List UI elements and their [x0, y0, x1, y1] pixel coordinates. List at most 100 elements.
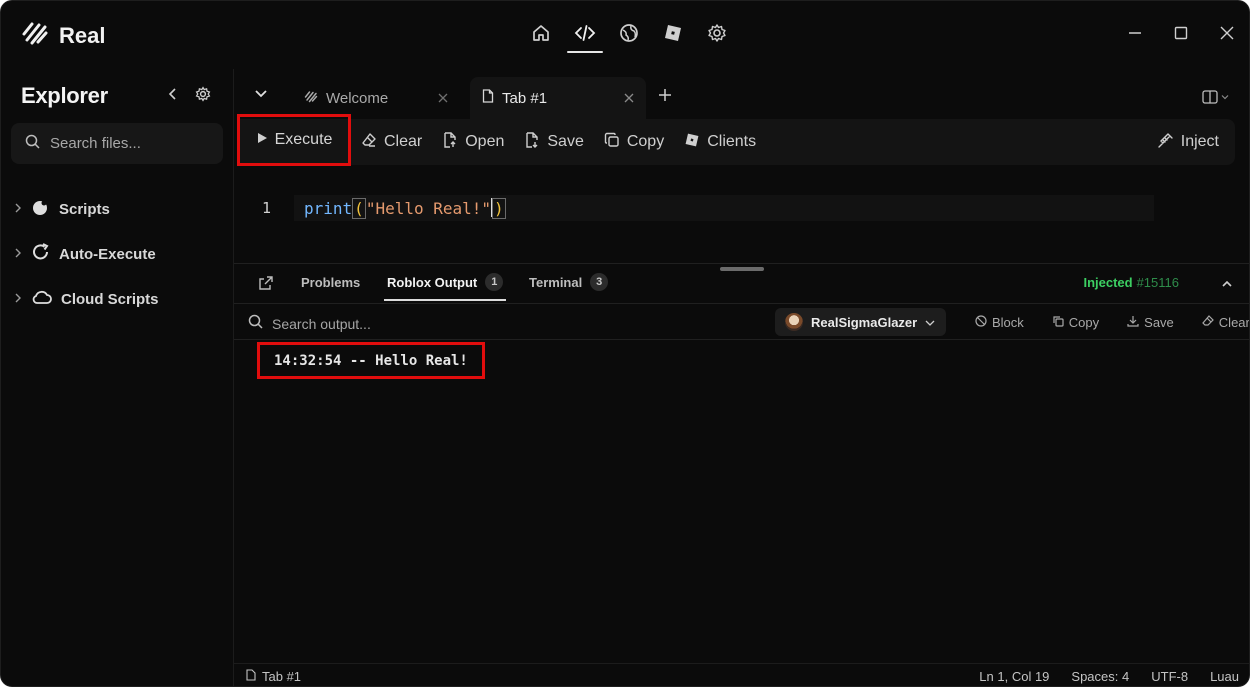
copy-icon [1052, 315, 1064, 330]
cursor-position[interactable]: Ln 1, Col 19 [979, 669, 1049, 684]
tab-label: Welcome [326, 89, 389, 107]
sidebar-settings-icon[interactable] [195, 85, 211, 107]
explorer-tree: Scripts Auto-Execute Cloud Scripts [11, 187, 226, 322]
client-name: RealSigmaGlazer [811, 314, 918, 330]
app-name: Real [59, 22, 106, 48]
execute-label: Execute [274, 131, 333, 148]
tab-label: Tab #1 [502, 89, 548, 107]
status-info: Ln 1, Col 19 Spaces: 4 UTF-8 Luau [979, 669, 1239, 684]
code-token-paren: ( [352, 198, 366, 219]
code-token-paren: ) [492, 198, 506, 219]
explorer-title: Explorer [21, 83, 108, 108]
code-token-function: print [304, 199, 353, 218]
home-icon[interactable] [529, 21, 553, 45]
injection-status: Injected #15116 [1083, 275, 1179, 290]
file-icon [482, 89, 494, 107]
execute-button[interactable]: Execute [237, 114, 351, 166]
output-log-line: 14:32:54 -- Hello Real! [257, 342, 485, 379]
app-window: Real Explorer Search files... Scripts Au… [0, 0, 1250, 687]
open-label: Open [465, 133, 505, 150]
save-button[interactable]: Save [514, 119, 593, 165]
play-icon [256, 131, 268, 149]
output-tools: Block Copy Save Clear [961, 305, 1250, 340]
close-icon[interactable] [1217, 23, 1237, 43]
tab-terminal[interactable]: Terminal 3 [529, 264, 609, 300]
output-panel: Problems Roblox Output 1 Terminal 3 Inje… [234, 263, 1250, 663]
code-icon[interactable] [567, 21, 603, 53]
chevron-left-icon[interactable] [167, 87, 179, 106]
tab-close-icon[interactable] [438, 90, 448, 107]
sidebar-item-cloud-scripts[interactable]: Cloud Scripts [11, 277, 226, 322]
tab-label: Terminal [529, 274, 583, 290]
copy-button[interactable]: Copy [594, 119, 674, 165]
chevron-down-icon [925, 315, 935, 330]
block-button[interactable]: Block [961, 315, 1038, 330]
block-icon [975, 315, 987, 330]
split-view-icon[interactable] [1202, 90, 1229, 104]
clear-button[interactable]: Clear [351, 119, 432, 165]
tab-label: Problems [301, 274, 361, 290]
file-search-input[interactable] [50, 135, 210, 152]
save-file-icon [524, 131, 540, 153]
minimize-icon[interactable] [1125, 23, 1145, 43]
line-number: 1 [262, 199, 272, 217]
globe-icon[interactable] [617, 21, 641, 45]
clients-button[interactable]: Clients [674, 119, 766, 165]
window-controls [1125, 23, 1237, 43]
explorer-header: Explorer [21, 83, 221, 109]
copy-output-button[interactable]: Copy [1038, 315, 1113, 330]
save-output-button[interactable]: Save [1113, 315, 1188, 330]
open-button[interactable]: Open [432, 119, 514, 165]
popout-icon[interactable] [258, 275, 274, 296]
eraser-icon [361, 132, 377, 153]
language-mode[interactable]: Luau [1210, 669, 1239, 684]
inject-label: Inject [1180, 133, 1219, 150]
output-search [248, 314, 452, 334]
status-text: Injected [1083, 275, 1133, 290]
tab-close-icon[interactable] [624, 90, 634, 107]
roblox-icon[interactable] [661, 21, 685, 45]
scripts-icon [31, 197, 51, 222]
count-badge: 3 [590, 273, 609, 291]
sidebar-item-scripts[interactable]: Scripts [11, 187, 226, 232]
code-editor[interactable]: 1 print("Hello Real!") [234, 193, 1154, 223]
maximize-icon[interactable] [1171, 23, 1191, 43]
panel-tabs: Problems Roblox Output 1 Terminal 3 Inje… [234, 264, 1249, 304]
chevron-down-icon[interactable] [254, 87, 268, 106]
search-icon [25, 134, 40, 154]
tab-tab-1[interactable]: Tab #1 [470, 77, 646, 119]
tab-roblox-output[interactable]: Roblox Output 1 [383, 264, 507, 301]
chevron-right-icon [13, 201, 23, 219]
clear-output-button[interactable]: Clear [1188, 315, 1250, 330]
settings-icon[interactable] [705, 21, 729, 45]
chevron-up-icon[interactable] [1221, 276, 1233, 294]
chevron-right-icon [13, 291, 23, 309]
sidebar-item-label: Scripts [59, 201, 110, 218]
copy-label: Copy [626, 133, 665, 150]
add-tab-icon[interactable] [658, 88, 672, 107]
save-label: Save [547, 133, 584, 150]
eraser-icon [1201, 315, 1214, 330]
output-search-input[interactable] [272, 316, 452, 332]
process-id: #15116 [1136, 275, 1179, 290]
file-icon [246, 669, 256, 684]
editor-toolbar: Execute Clear Open Save Copy Clients Inj… [237, 114, 1235, 166]
clear-label: Clear [1218, 315, 1250, 330]
title-bar: Real [1, 1, 1249, 69]
encoding[interactable]: UTF-8 [1151, 669, 1188, 684]
refresh-icon [31, 242, 51, 267]
save-label: Save [1144, 315, 1174, 330]
open-file-icon [442, 131, 458, 153]
sidebar-item-auto-execute[interactable]: Auto-Execute [11, 232, 226, 277]
block-label: Block [992, 315, 1024, 330]
sidebar-item-label: Auto-Execute [59, 246, 156, 263]
status-file[interactable]: Tab #1 [246, 669, 301, 684]
real-logo-icon [304, 90, 318, 107]
editor-tabbar: Welcome Tab #1 [234, 77, 1249, 119]
cloud-icon [31, 288, 53, 311]
tab-welcome[interactable]: Welcome [292, 77, 460, 119]
indentation[interactable]: Spaces: 4 [1071, 669, 1129, 684]
client-select[interactable]: RealSigmaGlazer [775, 308, 946, 336]
inject-button[interactable]: Inject [1148, 119, 1229, 165]
tab-problems[interactable]: Problems [301, 264, 360, 300]
